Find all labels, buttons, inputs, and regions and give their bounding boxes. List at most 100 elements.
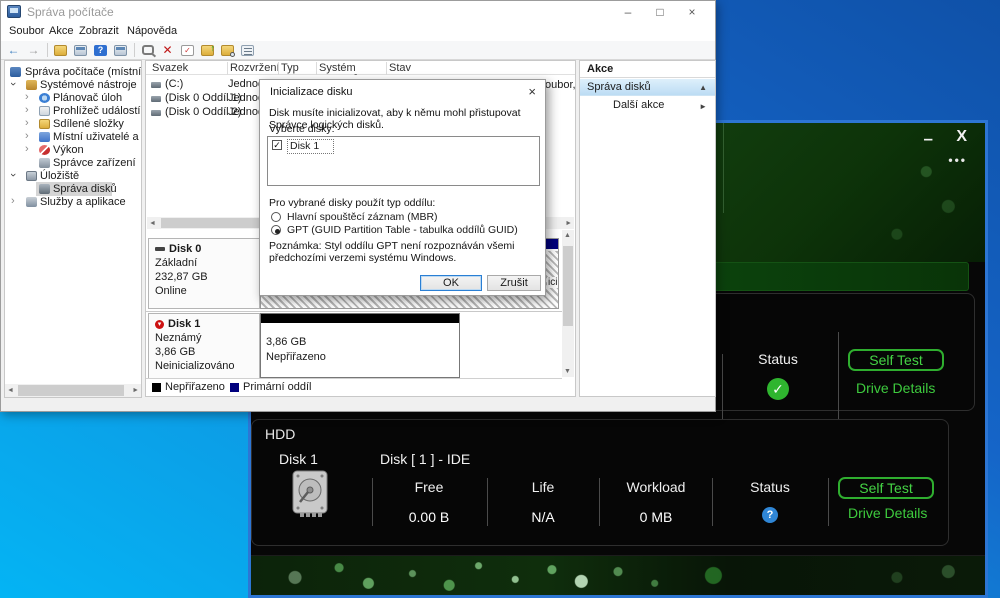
- hdd-drive-icon: [292, 470, 328, 518]
- header-divider: [723, 123, 724, 213]
- chevron-collapsed-icon[interactable]: ›: [25, 104, 29, 116]
- dialog-note: Poznámka: Styl oddílu GPT není rozpoznáv…: [269, 240, 535, 264]
- app-footer-banner: [251, 555, 985, 595]
- properties-icon[interactable]: [239, 43, 256, 58]
- app-ellipsis-menu[interactable]: •••: [948, 153, 967, 167]
- hdd-self-test-button[interactable]: Self Test: [838, 477, 934, 499]
- chevron-expanded-icon[interactable]: ›: [7, 82, 19, 86]
- disk1-list-item[interactable]: ✓ Disk 1: [269, 139, 538, 152]
- disk1-info-box[interactable]: ▾Disk 1 Neznámý 3,86 GB Neinicializováno: [148, 313, 260, 379]
- chevron-collapsed-icon[interactable]: ›: [25, 143, 29, 155]
- check-document-icon[interactable]: ✓: [179, 43, 196, 58]
- disk-vertical-scrollbar[interactable]: ▲ ▼: [562, 230, 574, 377]
- disk0-info-box[interactable]: Disk 0 Základní 232,87 GB Online: [148, 238, 260, 309]
- chevron-collapsed-icon[interactable]: ›: [25, 130, 29, 142]
- chevron-collapsed-icon[interactable]: ›: [25, 91, 29, 103]
- disk1-partition-status: Nepřiřazeno: [266, 351, 326, 363]
- hdd-drive-details-link[interactable]: Drive Details: [848, 505, 927, 521]
- disk-listbox[interactable]: ✓ Disk 1: [267, 136, 540, 186]
- unallocated-legend-label: Nepřiřazeno: [165, 381, 225, 393]
- tree-item-disk-management[interactable]: Správa disků: [5, 183, 142, 196]
- scroll-left-icon[interactable]: ◄: [149, 220, 156, 227]
- column-typ[interactable]: Typ: [279, 62, 317, 75]
- scroll-left-icon[interactable]: ◄: [7, 387, 14, 394]
- disk1-unallocated-box[interactable]: 3,86 GB Nepřiřazeno: [260, 313, 460, 378]
- metric-life-value: N/A: [488, 509, 598, 525]
- tree-horizontal-scrollbar[interactable]: ◄ ►: [5, 384, 141, 397]
- computer-management-window: Správa počítače – □ × Soubor Akce Zobraz…: [0, 0, 716, 412]
- unallocated-legend-swatch: [152, 383, 161, 392]
- folder-search-icon[interactable]: [219, 43, 236, 58]
- back-icon[interactable]: ←: [5, 43, 22, 58]
- tree-item-computer-management[interactable]: Správa počítače (místní): [5, 66, 142, 79]
- disk1-checkbox[interactable]: ✓: [272, 140, 282, 150]
- column-system-souboru[interactable]: Systém souborů: [317, 62, 387, 75]
- app-minimize-button[interactable]: –: [924, 129, 933, 149]
- delete-icon[interactable]: ✕: [159, 43, 176, 58]
- dialog-close-icon[interactable]: ×: [528, 84, 536, 99]
- tree-item-device-manager[interactable]: Správce zařízení: [5, 157, 142, 170]
- show-window-icon[interactable]: [112, 43, 129, 58]
- column-stav[interactable]: Stav: [387, 62, 576, 75]
- disk1-item-label: Disk 1: [287, 139, 334, 154]
- scroll-right-icon[interactable]: ►: [565, 220, 572, 227]
- hdd-disk-name: Disk 1: [279, 451, 318, 467]
- folder-up-icon[interactable]: ↑: [199, 43, 216, 58]
- maximize-button[interactable]: □: [645, 1, 675, 23]
- status-unknown-question-icon: ?: [762, 507, 778, 523]
- scroll-up-icon[interactable]: ▲: [564, 232, 571, 239]
- volume-icon: [151, 110, 161, 116]
- help-icon[interactable]: ?: [92, 43, 109, 58]
- gpt-radio-option[interactable]: GPT (GUID Partition Table - tabulka oddí…: [271, 224, 541, 237]
- menu-soubor[interactable]: Soubor: [9, 25, 44, 37]
- collapse-icon[interactable]: ▲: [699, 83, 707, 92]
- ok-button[interactable]: OK: [420, 275, 482, 291]
- menu-zobrazit[interactable]: Zobrazit: [79, 25, 119, 37]
- hdd-disk-heading: Disk [ 1 ] - IDE: [380, 451, 470, 467]
- scroll-right-icon[interactable]: ►: [132, 387, 139, 394]
- app-close-button[interactable]: X: [956, 128, 967, 146]
- disk-icon: [155, 247, 165, 251]
- metric-workload-value: 0 MB: [601, 509, 711, 525]
- column-rozvrzeni[interactable]: Rozvržení: [228, 62, 279, 75]
- hdd-drive-card: HDD Disk 1 Disk [ 1 ] - IDE Free 0.00 B …: [251, 419, 949, 546]
- export-folder-icon[interactable]: [52, 43, 69, 58]
- primary-partition-legend-label: Primární oddíl: [243, 381, 311, 393]
- tree-item-performance[interactable]: › Výkon: [5, 144, 142, 157]
- menu-napoveda[interactable]: Nápověda: [127, 25, 177, 37]
- minimize-button[interactable]: –: [613, 1, 643, 23]
- column-svazek[interactable]: Svazek: [146, 62, 228, 75]
- chevron-expanded-icon[interactable]: ›: [7, 173, 19, 177]
- chevron-collapsed-icon[interactable]: ›: [25, 117, 29, 129]
- tree-item-services-applications[interactable]: › Služby a aplikace: [5, 196, 142, 209]
- console-window-icon[interactable]: [72, 43, 89, 58]
- close-button[interactable]: ×: [677, 1, 707, 23]
- mbr-radio-option[interactable]: Hlavní spouštěcí záznam (MBR): [271, 211, 531, 224]
- ssd-self-test-button[interactable]: Self Test: [848, 349, 944, 371]
- scrollbar-thumb[interactable]: [18, 385, 124, 396]
- chevron-collapsed-icon[interactable]: ›: [11, 195, 15, 207]
- metric-free-label: Free: [374, 479, 484, 495]
- disk1-status: Neinicializováno: [155, 360, 259, 372]
- radio-selected-icon[interactable]: [271, 225, 281, 235]
- menu-akce[interactable]: Akce: [49, 25, 73, 37]
- forward-icon[interactable]: →: [25, 43, 42, 58]
- scroll-down-icon[interactable]: ▼: [564, 368, 571, 375]
- cancel-button[interactable]: Zrušit: [487, 275, 541, 291]
- radio-unselected-icon[interactable]: [271, 212, 281, 222]
- dialog-title: Inicializace disku: [270, 86, 353, 98]
- actions-item-more-actions[interactable]: Další akce ►: [580, 97, 715, 114]
- actions-group-disk-management[interactable]: Správa disků ▲: [580, 79, 715, 96]
- rescan-disks-icon[interactable]: [139, 43, 156, 58]
- disk0-size: 232,87 GB: [155, 271, 259, 283]
- disk1-partition-size: 3,86 GB: [266, 336, 306, 348]
- scrollbar-thumb[interactable]: [563, 246, 573, 326]
- toolbar: ← → ? ✕ ✓ ↑: [1, 41, 715, 60]
- ssd-drive-details-link[interactable]: Drive Details: [856, 380, 935, 396]
- toolbar-separator: [134, 43, 135, 57]
- metric-life-label: Life: [488, 479, 598, 495]
- shared-folder-icon: [39, 119, 50, 129]
- column-divider: [599, 478, 600, 526]
- disk0-status: Online: [155, 285, 259, 297]
- disk0-kind: Základní: [155, 257, 259, 269]
